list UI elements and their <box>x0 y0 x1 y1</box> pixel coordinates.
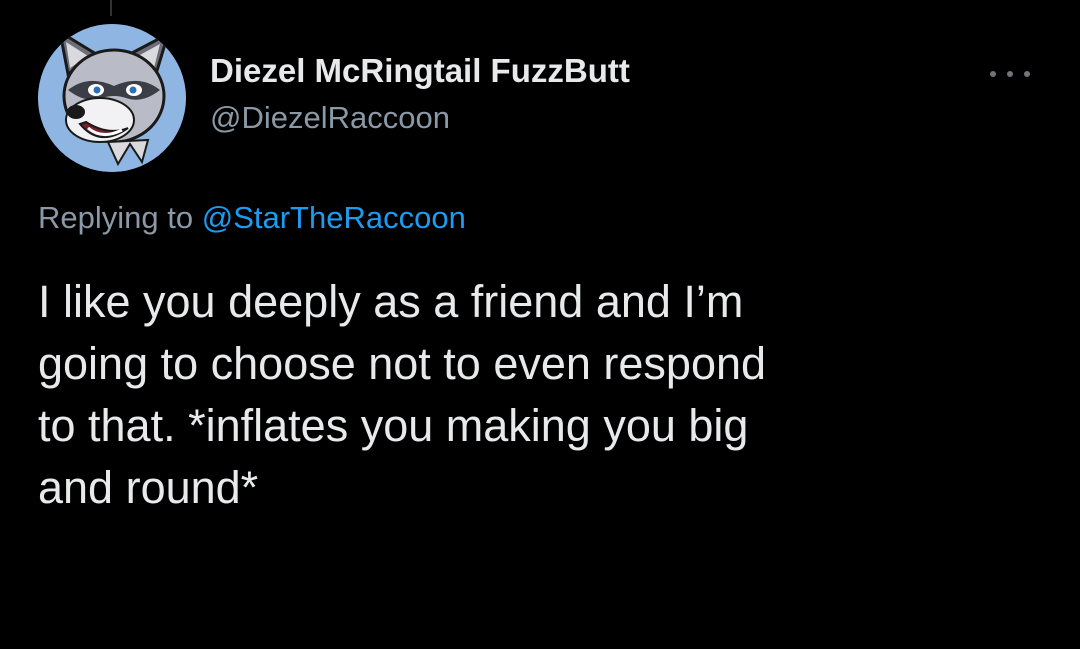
tweet-text-line: to that. *inflates you making you big <box>38 400 749 451</box>
tweet-text-line: and round* <box>38 462 259 513</box>
reply-mention-link[interactable]: @StarTheRaccoon <box>202 200 466 235</box>
user-handle[interactable]: @DiezelRaccoon <box>210 98 630 138</box>
more-options-button[interactable] <box>990 62 1030 86</box>
reply-context: Replying to @StarTheRaccoon <box>38 198 466 238</box>
more-options-icon <box>990 71 996 77</box>
user-info: Diezel McRingtail FuzzButt @DiezelRaccoo… <box>210 50 630 138</box>
display-name[interactable]: Diezel McRingtail FuzzButt <box>210 50 630 92</box>
tweet-text: I like you deeply as a friend and I’m go… <box>38 271 1038 519</box>
reply-context-prefix: Replying to <box>38 200 202 235</box>
avatar[interactable] <box>38 24 186 172</box>
raccoon-avatar-icon <box>38 24 186 172</box>
tweet-text-line: I like you deeply as a friend and I’m <box>38 276 744 327</box>
tweet: Diezel McRingtail FuzzButt @DiezelRaccoo… <box>0 0 1080 649</box>
more-options-icon-dot <box>1024 71 1030 77</box>
more-options-icon-dot <box>1007 71 1013 77</box>
tweet-text-line: going to choose not to even respond <box>38 338 767 389</box>
